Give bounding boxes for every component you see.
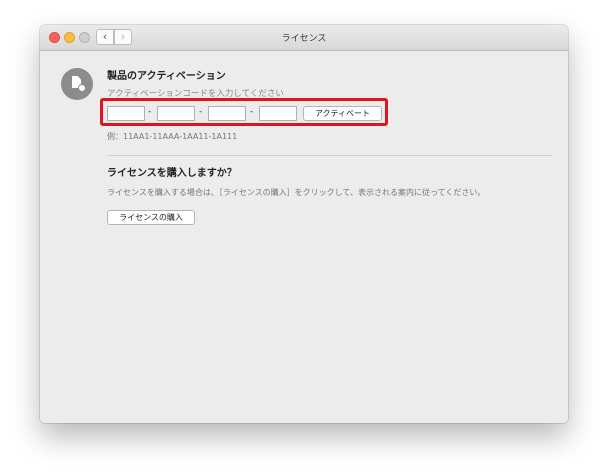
buy-license-button[interactable]: ライセンスの購入 [107,210,195,225]
purchase-heading: ライセンスを購入しますか？ [107,168,237,179]
title-bar[interactable]: ‹ › ライセンス [40,25,568,51]
purchase-description: ライセンスを購入する場合は、［ライセンスの購入］をクリックして、表示される案内に… [107,188,486,197]
highlight-box [100,98,388,126]
license-window: ‹ › ライセンス 製品のアクティベーション アクティベーションコードを入力して… [40,25,568,423]
window-title: ライセンス [281,34,327,44]
example-code: 例：11AA1-11AAA-1AA11-1A111 [107,132,238,141]
license-document-icon [61,68,93,100]
divider [107,155,552,156]
badge-shape [78,84,86,92]
activation-heading: 製品のアクティベーション [107,71,226,82]
